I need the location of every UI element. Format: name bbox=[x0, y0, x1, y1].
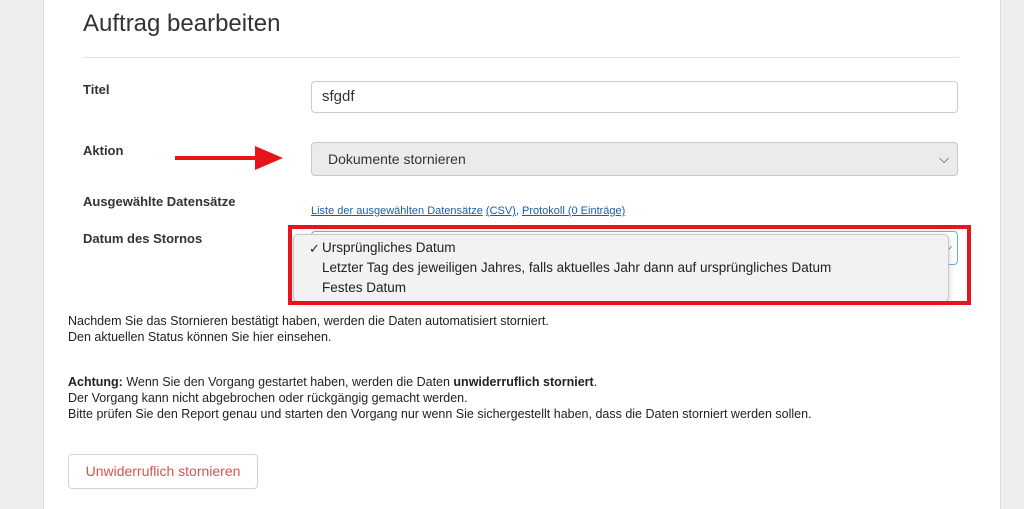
warning-emphasis: unwiderruflich storniert bbox=[453, 375, 594, 389]
chevron-down-icon: ⌵ bbox=[939, 151, 949, 166]
red-arrow-icon bbox=[175, 146, 283, 170]
warning-line-2: Der Vorgang kann nicht abgebrochen oder … bbox=[68, 391, 468, 405]
storno-label: Datum des Stornos bbox=[83, 231, 203, 246]
titel-input[interactable]: sfgdf bbox=[311, 81, 958, 113]
warning-line-1: Achtung: Wenn Sie den Vorgang gestartet … bbox=[68, 374, 812, 390]
red-highlight-box bbox=[288, 225, 971, 305]
selected-records-link[interactable]: Liste der ausgewählten Datensätze bbox=[311, 205, 483, 217]
warning-text-2: . bbox=[593, 375, 598, 389]
info-line-1: Nachdem Sie das Stornieren bestätigt hab… bbox=[68, 314, 549, 328]
aktion-label: Aktion bbox=[83, 143, 124, 158]
info-text: Nachdem Sie das Stornieren bestätigt hab… bbox=[68, 313, 549, 345]
page-title: Auftrag bearbeiten bbox=[83, 10, 281, 37]
protokoll-link[interactable]: Protokoll (0 Einträge) bbox=[522, 205, 625, 217]
title-divider bbox=[83, 57, 959, 58]
titel-label: Titel bbox=[83, 82, 110, 97]
cancel-irrevocably-button[interactable]: Unwiderruflich stornieren bbox=[68, 454, 258, 489]
csv-link[interactable]: (CSV) bbox=[486, 205, 516, 217]
aktion-select[interactable]: Dokumente stornieren ⌵ bbox=[311, 142, 958, 176]
info-line-2: Den aktuellen Status können Sie hier ein… bbox=[68, 330, 332, 344]
warning-text-1: Wenn Sie den Vorgang gestartet haben, we… bbox=[122, 375, 454, 389]
aktion-select-value: Dokumente stornieren bbox=[328, 151, 466, 167]
datensaetze-label: Ausgewählte Datensätze bbox=[83, 194, 236, 209]
warning-line-3: Bitte prüfen Sie den Report genau und st… bbox=[68, 407, 812, 421]
warning-text: Achtung: Wenn Sie den Vorgang gestartet … bbox=[68, 374, 812, 422]
datensaetze-links: Liste der ausgewählten Datensätze (CSV),… bbox=[311, 205, 625, 217]
warning-label: Achtung: bbox=[68, 375, 123, 389]
